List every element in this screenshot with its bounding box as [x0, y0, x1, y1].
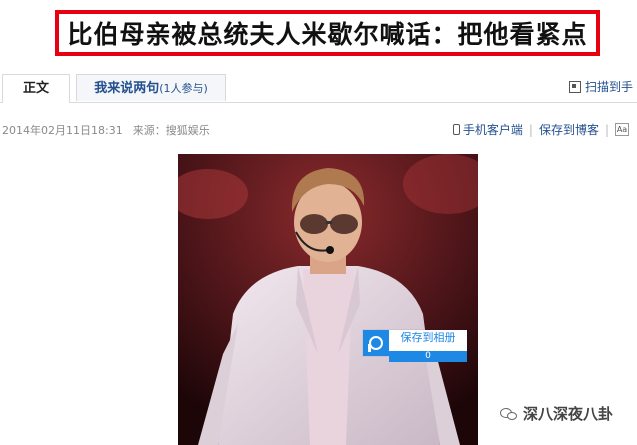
tab-comments[interactable]: 我来说两句(1人参与) — [76, 74, 226, 101]
qr-code-icon — [568, 80, 581, 93]
article-photo — [178, 154, 478, 445]
publish-datetime: 2014年02月11日18:31 — [2, 124, 123, 137]
tab-comments-label: 我来说两句 — [94, 81, 160, 96]
scan-to-phone-link[interactable]: 扫描到手 — [568, 78, 633, 95]
mobile-client-link[interactable]: 手机客户端 — [452, 121, 523, 138]
tools-divider: | — [528, 122, 533, 137]
font-size-icon[interactable]: Aa — [615, 123, 629, 136]
phone-icon — [452, 124, 460, 135]
save-to-blog-link[interactable]: 保存到博客 — [539, 121, 599, 138]
article-meta: 2014年02月11日18:31 来源：搜狐娱乐 — [2, 122, 210, 138]
save-to-album-button[interactable]: 保存到相册 0 — [363, 330, 467, 362]
headline: 比伯母亲被总统夫人米歇尔喊话：把他看紧点 — [67, 20, 588, 49]
save-count-badge: 0 — [389, 351, 467, 362]
watermark-text: 深八深夜八卦 — [523, 405, 614, 423]
article-tools: 手机客户端 | 保存到博客 | Aa — [452, 121, 629, 138]
wechat-watermark: 深八深夜八卦 — [500, 403, 613, 424]
article-source: 来源：搜狐娱乐 — [132, 124, 210, 137]
wechat-icon — [500, 406, 518, 422]
article-photo-image — [178, 154, 478, 445]
tab-bar: 正文 我来说两句(1人参与) 扫描到手 — [0, 72, 637, 103]
tab-comments-count: (1人参与) — [159, 82, 208, 95]
scan-link-label: 扫描到手 — [584, 80, 633, 94]
mobile-client-label: 手机客户端 — [462, 123, 523, 137]
album-logo-icon — [363, 330, 389, 356]
tools-divider: | — [604, 122, 609, 137]
headline-frame: 比伯母亲被总统夫人米歇尔喊话：把他看紧点 — [55, 10, 600, 56]
tab-article[interactable]: 正文 — [2, 74, 70, 103]
